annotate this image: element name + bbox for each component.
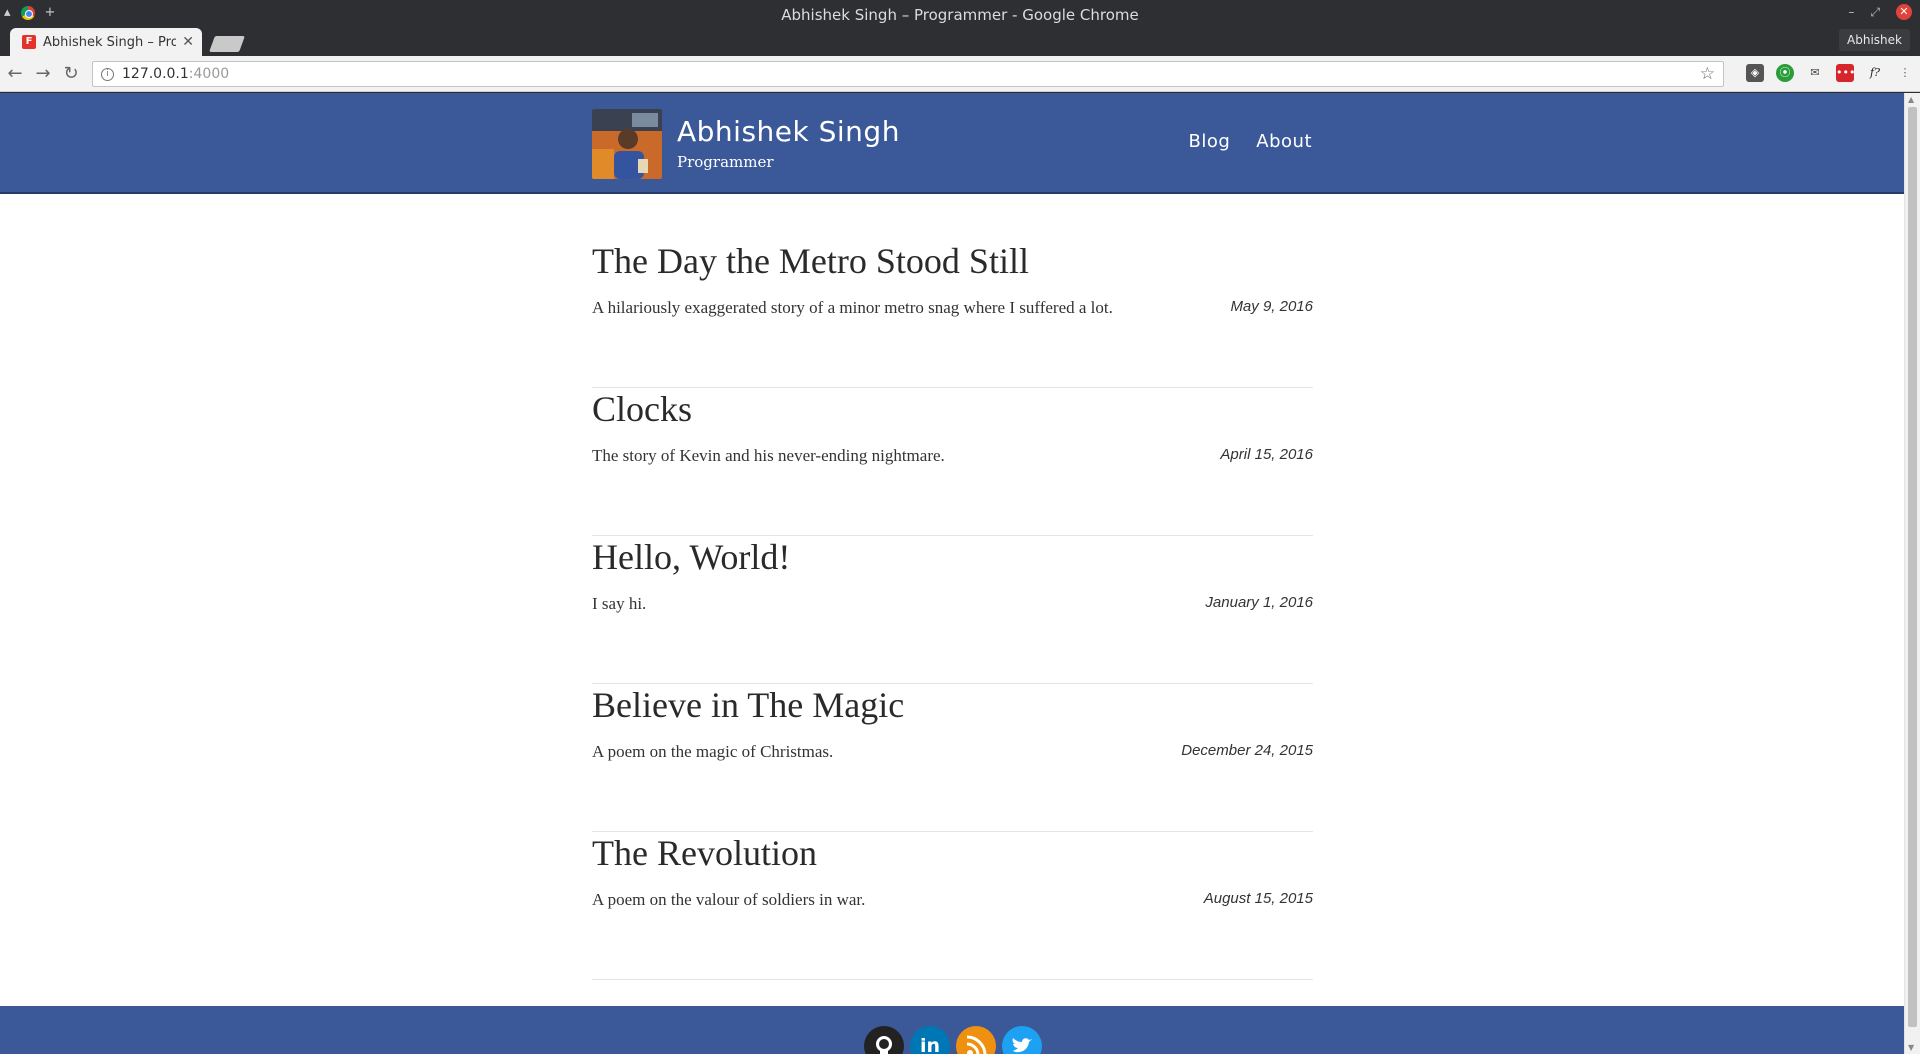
close-tab-icon[interactable]: ✕ bbox=[182, 34, 194, 50]
nav-link-blog[interactable]: Blog bbox=[1188, 131, 1230, 152]
post-item: Hello, World! I say hi. January 1, 2016 bbox=[592, 536, 1313, 684]
extension-icons: ◈ ⦿ ✉ ••• f? ⋮ bbox=[1746, 64, 1914, 82]
nav-link-about[interactable]: About bbox=[1256, 131, 1312, 152]
tab-strip: F Abhishek Singh – Prog ✕ Abhishek bbox=[0, 28, 1920, 56]
reload-icon[interactable]: ↻ bbox=[58, 63, 84, 84]
post-item: Clocks The story of Kevin and his never-… bbox=[592, 388, 1313, 536]
linkedin-icon[interactable]: in bbox=[910, 1026, 950, 1054]
bookmark-star-icon[interactable]: ☆ bbox=[1700, 64, 1715, 84]
scroll-up-icon[interactable]: ▲ bbox=[1908, 95, 1914, 104]
post-date: April 15, 2016 bbox=[1220, 446, 1313, 463]
back-icon[interactable]: ← bbox=[2, 63, 28, 84]
post-title[interactable]: Hello, World! bbox=[592, 536, 790, 578]
url-port: :4000 bbox=[188, 66, 230, 82]
site-tagline: Programmer bbox=[677, 153, 774, 171]
profile-button[interactable]: Abhishek bbox=[1839, 29, 1910, 51]
post-date: August 15, 2015 bbox=[1203, 890, 1313, 907]
post-description: A poem on the magic of Christmas. bbox=[592, 742, 834, 761]
green-extension-icon[interactable]: ⦿ bbox=[1776, 64, 1794, 82]
minimize-icon[interactable]: – bbox=[1848, 5, 1854, 19]
scroll-down-icon[interactable]: ▼ bbox=[1908, 1043, 1914, 1052]
github-icon[interactable] bbox=[864, 1026, 904, 1054]
post-title[interactable]: The Day the Metro Stood Still bbox=[592, 240, 1029, 282]
address-bar[interactable]: i 127.0.0.1:4000 ☆ bbox=[92, 61, 1724, 87]
post-description: A poem on the valour of soldiers in war. bbox=[592, 890, 866, 909]
forward-icon[interactable]: → bbox=[30, 63, 56, 84]
close-window-icon[interactable]: ✕ bbox=[1896, 4, 1912, 20]
lastpass-extension-icon[interactable]: ••• bbox=[1836, 64, 1855, 82]
post-item: Believe in The Magic A poem on the magic… bbox=[592, 684, 1313, 832]
post-description: The story of Kevin and his never-ending … bbox=[592, 446, 945, 465]
social-links: in bbox=[864, 1026, 1042, 1054]
twitter-icon[interactable] bbox=[1002, 1026, 1042, 1054]
page-scrollbar[interactable]: ▲ ▼ bbox=[1904, 93, 1920, 1054]
mail-extension-icon[interactable]: ✉ bbox=[1806, 64, 1824, 82]
post-list: The Day the Metro Stood Still A hilariou… bbox=[592, 240, 1313, 980]
post-date: January 1, 2016 bbox=[1205, 594, 1313, 611]
window-titlebar: ▴ + Abhishek Singh – Programmer - Google… bbox=[0, 0, 1920, 28]
restore-icon[interactable]: ⤢ bbox=[1870, 5, 1880, 20]
shield-extension-icon[interactable]: ◈ bbox=[1746, 64, 1764, 82]
page-viewport: Abhishek Singh Programmer Blog About The… bbox=[0, 93, 1904, 1054]
url-host: 127.0.0.1 bbox=[122, 66, 189, 82]
browser-tab[interactable]: F Abhishek Singh – Prog ✕ bbox=[10, 28, 202, 56]
site-favicon-icon: F bbox=[22, 35, 36, 49]
window-title: Abhishek Singh – Programmer - Google Chr… bbox=[781, 6, 1139, 24]
post-date: May 9, 2016 bbox=[1230, 298, 1313, 315]
post-title[interactable]: Believe in The Magic bbox=[592, 684, 904, 726]
post-title[interactable]: Clocks bbox=[592, 388, 692, 430]
post-title[interactable]: The Revolution bbox=[592, 832, 817, 874]
font-extension-icon[interactable]: f? bbox=[1866, 64, 1884, 82]
tab-title: Abhishek Singh – Prog bbox=[43, 34, 177, 50]
site-info-icon[interactable]: i bbox=[101, 67, 114, 81]
post-item: The Revolution A poem on the valour of s… bbox=[592, 832, 1313, 980]
chrome-menu-icon[interactable]: ⋮ bbox=[1896, 64, 1914, 82]
site-footer: in bbox=[0, 1006, 1904, 1054]
site-nav: Blog About bbox=[1188, 131, 1312, 152]
post-description: A hilariously exaggerated story of a min… bbox=[592, 298, 1113, 317]
scrollbar-thumb[interactable] bbox=[1908, 107, 1917, 1027]
new-tab-button[interactable] bbox=[209, 36, 245, 52]
post-date: December 24, 2015 bbox=[1181, 742, 1313, 759]
browser-toolbar: ← → ↻ i 127.0.0.1:4000 ☆ ◈ ⦿ ✉ ••• f? ⋮ bbox=[0, 56, 1920, 92]
window-controls: – ⤢ ✕ bbox=[1848, 4, 1912, 20]
post-description: I say hi. bbox=[592, 594, 647, 613]
post-item: The Day the Metro Stood Still A hilariou… bbox=[592, 240, 1313, 388]
rss-icon[interactable] bbox=[956, 1026, 996, 1054]
site-header: Abhishek Singh Programmer Blog About bbox=[0, 93, 1904, 194]
site-title[interactable]: Abhishek Singh bbox=[677, 115, 900, 148]
avatar[interactable] bbox=[592, 109, 662, 179]
